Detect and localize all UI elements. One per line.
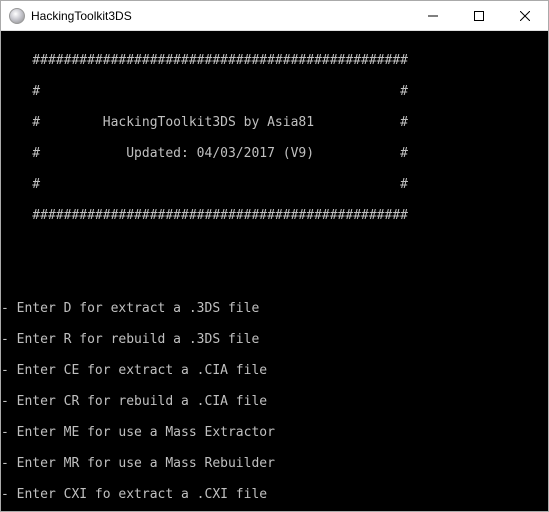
minimize-button[interactable] xyxy=(410,1,456,31)
banner-hashline: ########################################… xyxy=(1,208,548,224)
blank-line xyxy=(1,270,548,286)
blank-line xyxy=(1,239,548,255)
window-title: HackingToolkit3DS xyxy=(31,9,132,23)
banner-line1: # HackingToolkit3DS by Asia81 # xyxy=(1,115,548,131)
menu-item: - Enter CXI fo extract a .CXI file xyxy=(1,487,548,503)
app-icon xyxy=(9,8,25,24)
banner-line2: # Updated: 04/03/2017 (V9) # xyxy=(1,146,548,162)
maximize-icon xyxy=(474,11,484,21)
close-button[interactable] xyxy=(502,1,548,31)
banner-side: # # xyxy=(1,177,548,193)
menu-item: - Enter ME for use a Mass Extractor xyxy=(1,425,548,441)
console-output[interactable]: ########################################… xyxy=(1,31,548,511)
banner-hashline: ########################################… xyxy=(1,53,548,69)
menu-item: - Enter D for extract a .3DS file xyxy=(1,301,548,317)
menu-item: - Enter CE for extract a .CIA file xyxy=(1,363,548,379)
close-icon xyxy=(520,11,530,21)
titlebar: HackingToolkit3DS xyxy=(1,1,548,31)
menu-item: - Enter MR for use a Mass Rebuilder xyxy=(1,456,548,472)
menu-item: - Enter R for rebuild a .3DS file xyxy=(1,332,548,348)
maximize-button[interactable] xyxy=(456,1,502,31)
menu-item: - Enter CR for rebuild a .CIA file xyxy=(1,394,548,410)
minimize-icon xyxy=(428,11,438,21)
banner-side: # # xyxy=(1,84,548,100)
